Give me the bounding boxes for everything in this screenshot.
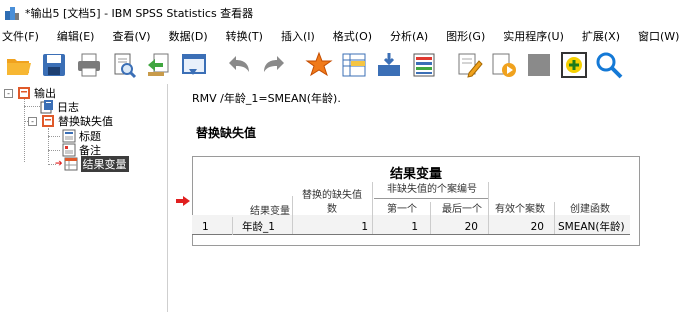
outline-pane[interactable]: - 输出 日志 - 替换缺失值 标题 备注 ➔ 结果变量	[0, 84, 168, 312]
menu-window[interactable]: 窗口(W)	[634, 28, 680, 44]
case-range-divider	[374, 198, 488, 199]
menu-edit[interactable]: 编辑(E)	[53, 28, 101, 44]
cell-creating-function: SMEAN(年龄)	[558, 221, 625, 233]
syntax-log-line: RMV /年龄_1=SMEAN(年龄).	[192, 92, 341, 105]
toolbar	[0, 46, 680, 84]
open-folder-icon[interactable]	[4, 50, 34, 80]
menu-utilities[interactable]: 实用程序(U)	[499, 28, 570, 44]
redo-icon[interactable]	[259, 50, 289, 80]
menu-file[interactable]: 文件(F)	[0, 28, 45, 44]
current-item-arrow-icon: ➔	[55, 159, 63, 169]
procedure-title: 替换缺失值	[196, 126, 257, 140]
title-icon	[62, 129, 76, 143]
col-sep	[488, 182, 489, 234]
tree-label-replace-missing: 替换缺失值	[58, 115, 113, 128]
menu-transform[interactable]: 转换(T)	[222, 28, 269, 44]
col-sep	[372, 182, 373, 234]
col-sep	[292, 196, 293, 234]
print-preview-icon[interactable]	[109, 50, 139, 80]
goto-case-icon[interactable]	[339, 50, 369, 80]
log-icon	[40, 100, 54, 114]
tree-label-result-variables: 结果变量	[80, 156, 129, 172]
recall-dialog-icon[interactable]	[179, 50, 209, 80]
menu-graphs[interactable]: 图形(G)	[442, 28, 491, 44]
zoom-icon[interactable]	[594, 50, 624, 80]
export-icon[interactable]	[144, 50, 174, 80]
cell-first-case: 1	[411, 221, 418, 233]
select-output-icon[interactable]	[454, 50, 484, 80]
print-icon[interactable]	[74, 50, 104, 80]
tree-node-log[interactable]: 日志	[40, 100, 79, 114]
header-case-range: 非缺失值的个案编号	[387, 184, 477, 195]
menu-insert[interactable]: 插入(I)	[277, 28, 321, 44]
table-icon	[64, 157, 78, 171]
goto-data-icon[interactable]	[304, 50, 334, 80]
header-n-replaced-line1: 替换的缺失值	[302, 190, 362, 201]
tree-node-output[interactable]: - 输出	[4, 86, 56, 100]
undo-icon[interactable]	[224, 50, 254, 80]
cell-n-valid: 20	[530, 221, 544, 233]
cell-variable: 年龄_1	[242, 221, 275, 233]
designate-window-icon[interactable]	[524, 50, 554, 80]
save-icon[interactable]	[39, 50, 69, 80]
output-content-pane[interactable]: RMV /年龄_1=SMEAN(年龄). 替换缺失值 结果变量 结果变量 替换的…	[168, 84, 680, 312]
tree-node-notes[interactable]: 备注	[62, 143, 101, 157]
collapse-toggle[interactable]: -	[28, 116, 37, 126]
spss-app-icon	[4, 5, 20, 21]
col-sep	[554, 202, 555, 234]
goto-variable-icon[interactable]	[374, 50, 404, 80]
col-sep	[232, 217, 233, 235]
menu-data[interactable]: 数据(D)	[165, 28, 214, 44]
col-sep	[430, 202, 431, 234]
pivot-table-title: 结果变量	[389, 167, 442, 182]
row-index: 1	[202, 221, 209, 233]
tree-label-output: 输出	[34, 87, 56, 100]
menu-bar: 文件(F) 编辑(E) 查看(V) 数据(D) 转换(T) 插入(I) 格式(O…	[0, 26, 680, 46]
procedure-book-icon	[41, 114, 55, 128]
notes-icon	[62, 143, 76, 157]
collapse-toggle[interactable]: -	[4, 88, 13, 98]
tree-node-result-variables[interactable]: ➔ 结果变量	[55, 156, 129, 172]
menu-analyze[interactable]: 分析(A)	[386, 28, 434, 44]
cell-last-case: 20	[464, 221, 478, 233]
output-book-icon	[17, 86, 31, 100]
menu-view[interactable]: 查看(V)	[108, 28, 156, 44]
menu-extensions[interactable]: 扩展(X)	[578, 28, 626, 44]
title-bar: *输出5 [文档5] - IBM SPSS Statistics 查看器	[0, 0, 680, 26]
tree-node-replace-missing[interactable]: - 替换缺失值	[28, 114, 113, 128]
current-item-arrow-icon	[176, 196, 190, 206]
window-title: *输出5 [文档5] - IBM SPSS Statistics 查看器	[25, 7, 254, 20]
promote-icon[interactable]	[489, 50, 519, 80]
tree-node-title[interactable]: 标题	[62, 129, 101, 143]
variables-icon[interactable]	[409, 50, 439, 80]
cell-n-replaced: 1	[361, 221, 368, 233]
menu-format[interactable]: 格式(O)	[329, 28, 378, 44]
designate-window-plus-icon[interactable]	[559, 50, 589, 80]
